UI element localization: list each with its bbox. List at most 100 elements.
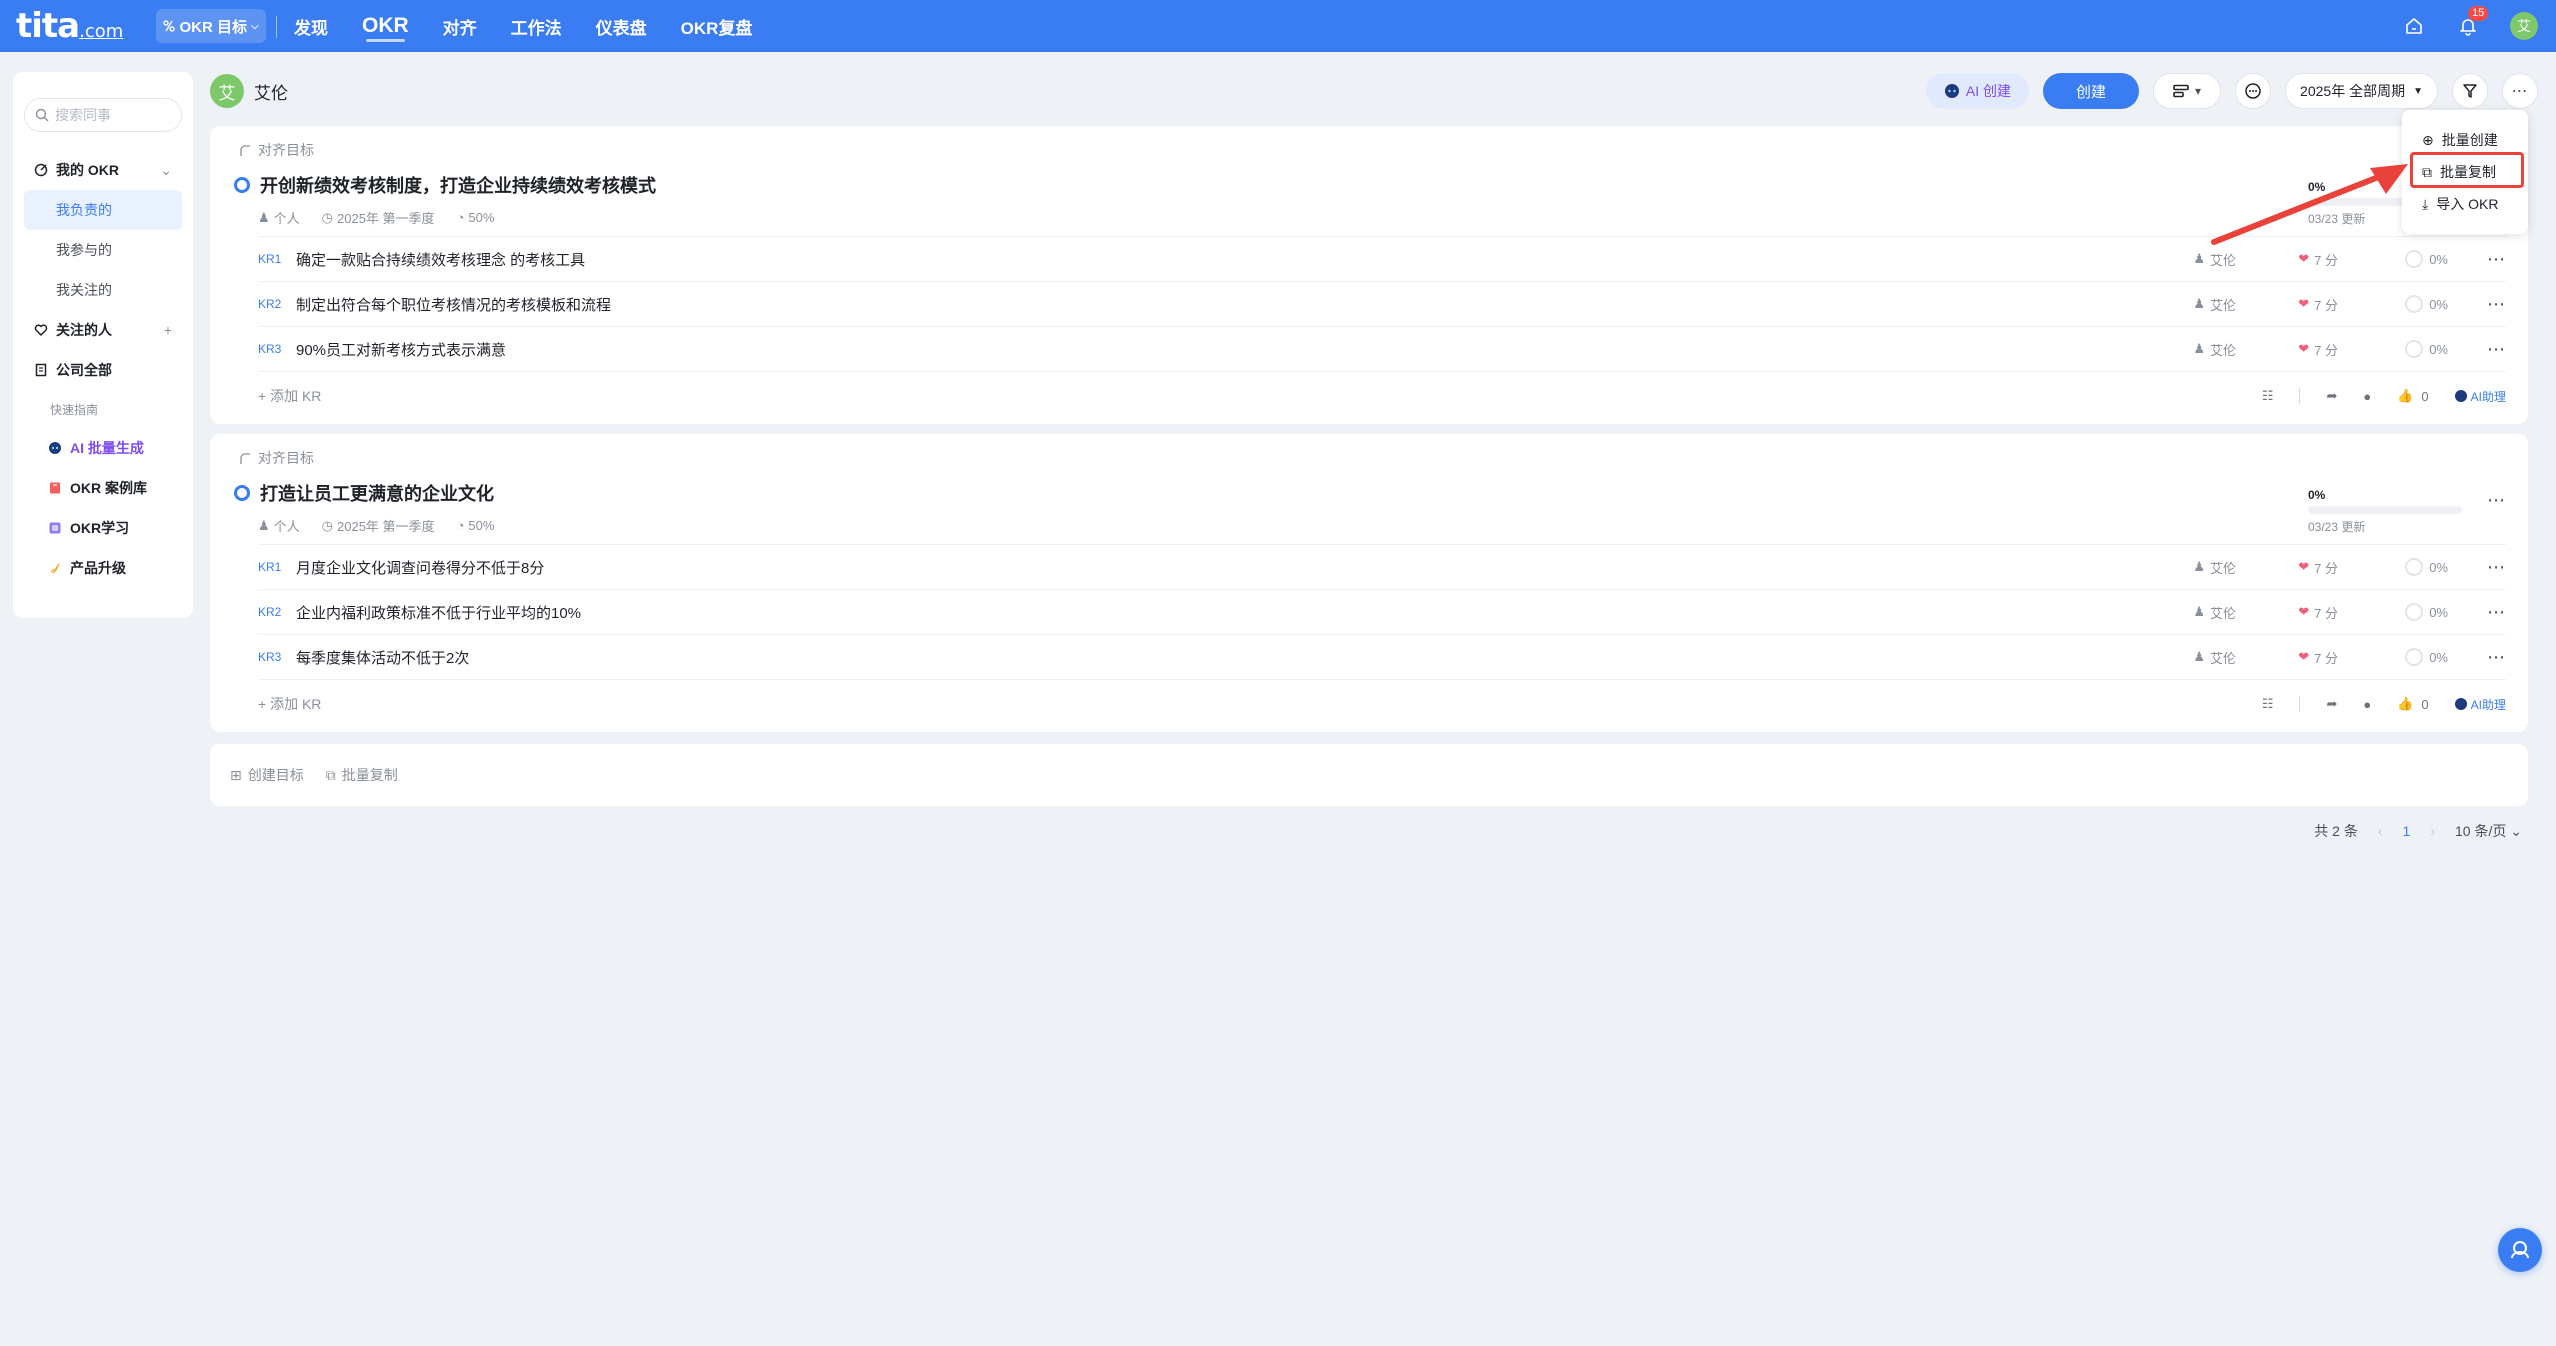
objective-card: 对齐目标 打造让员工更满意的企业文化 ♟ 个人 ◷ 2025年 第一季度 ◔ 50% … (210, 434, 2528, 732)
kr-owner[interactable]: ♟ 艾伦 (2193, 603, 2236, 622)
sidebar-item-my-participating[interactable]: 我参与的 (24, 230, 182, 270)
sidebar-product-upgrade[interactable]: 产品升级 (24, 548, 182, 588)
create-button[interactable]: 创建 (2043, 73, 2140, 109)
home-icon[interactable] (2402, 14, 2426, 38)
like-button[interactable]: 👍 0 (2397, 388, 2428, 404)
like-button[interactable]: 👍 0 (2397, 696, 2428, 712)
kr-confidence[interactable]: ❤ 7 分 (2298, 295, 2338, 314)
objective-progress[interactable]: 0% 03/23 更新 (2308, 488, 2462, 535)
kr-tag: KR1 (258, 252, 282, 266)
kr-more-button[interactable]: ⋯ (2487, 294, 2506, 315)
kr-row[interactable]: KR3 每季度集体活动不低于2次 ♟ 艾伦 ❤ 7 分 0% ⋯ (258, 634, 2506, 679)
user-avatar[interactable]: 艾 (2510, 12, 2538, 40)
sidebar-okr-case-library[interactable]: OKR 案例库 (24, 468, 182, 508)
comment-icon[interactable]: ● (2363, 389, 2371, 404)
notification-bell-icon[interactable]: 15 (2456, 6, 2489, 38)
kr-progress[interactable]: 0% (2405, 648, 2448, 666)
kr-confidence[interactable]: ❤ 7 分 (2298, 250, 2338, 269)
kr-row[interactable]: KR1 月度企业文化调查问卷得分不低于8分 ♟ 艾伦 ❤ 7 分 0% ⋯ (258, 544, 2506, 589)
kr-confidence[interactable]: ❤ 7 分 (2298, 340, 2338, 359)
align-objective-link[interactable]: 对齐目标 (238, 140, 314, 160)
nav-dashboard[interactable]: 仪表盘 (596, 0, 647, 52)
kr-progress[interactable]: 0% (2405, 250, 2448, 268)
objective-more-button[interactable]: ⋯ (2487, 490, 2506, 511)
add-kr-button[interactable]: + 添加 KR (258, 694, 321, 714)
kr-tag: KR3 (258, 650, 282, 664)
kr-progress[interactable]: 0% (2405, 340, 2448, 358)
page-number[interactable]: 1 (2403, 823, 2411, 839)
add-icon[interactable]: + (164, 322, 172, 338)
view-mode-button[interactable]: ▾ (2153, 73, 2222, 109)
customer-service-button[interactable] (2498, 1228, 2542, 1272)
progress-bar (2308, 506, 2462, 514)
filter-button[interactable] (2452, 73, 2488, 109)
ai-create-button[interactable]: AI 创建 (1925, 73, 2030, 109)
sidebar-my-okr[interactable]: 我的 OKR ⌄ (24, 150, 182, 190)
kr-owner[interactable]: ♟ 艾伦 (2193, 558, 2236, 577)
sidebar-item-my-following[interactable]: 我关注的 (24, 270, 182, 310)
kr-progress[interactable]: 0% (2405, 295, 2448, 313)
kr-more-button[interactable]: ⋯ (2487, 339, 2506, 360)
tita-logo[interactable]: tita.com (16, 6, 123, 52)
align-objective-link[interactable]: 对齐目标 (238, 448, 314, 468)
comment-button[interactable] (2235, 73, 2272, 109)
nav-align[interactable]: 对齐 (443, 0, 477, 52)
progress-ring-icon (2405, 648, 2424, 666)
org-tree-icon[interactable]: ☷ (2262, 388, 2274, 404)
add-kr-button[interactable]: + 添加 KR (258, 386, 321, 406)
prev-page-button[interactable]: ‹ (2378, 823, 2383, 839)
thumbs-up-icon: 👍 (2397, 696, 2414, 711)
sidebar-ai-batch-generate[interactable]: AI 批量生成 (24, 428, 182, 468)
sidebar-okr-learning[interactable]: OKR学习 (24, 508, 182, 548)
owner-avatar[interactable]: 艾 (210, 74, 244, 108)
page-size-selector[interactable]: 10 条/页 ⌄ (2455, 821, 2522, 841)
kr-more-button[interactable]: ⋯ (2487, 557, 2506, 578)
kr-more-button[interactable]: ⋯ (2487, 647, 2506, 668)
kr-more-button[interactable]: ⋯ (2487, 602, 2506, 623)
kr-confidence[interactable]: ❤ 7 分 (2298, 558, 2338, 577)
app-switcher[interactable]: OKR 目标 ⌵ (156, 9, 266, 43)
sidebar-following-people[interactable]: 关注的人 + (24, 310, 182, 350)
kr-owner[interactable]: ♟ 艾伦 (2193, 340, 2236, 359)
kr-row[interactable]: KR3 90%员工对新考核方式表示满意 ♟ 艾伦 ❤ 7 分 0% ⋯ (258, 326, 2506, 371)
search-colleague-input[interactable]: 搜索同事 (24, 98, 182, 132)
objective-title[interactable]: 开创新绩效考核制度，打造企业持续绩效考核模式 (234, 172, 656, 198)
next-page-button[interactable]: › (2430, 823, 2435, 839)
kr-row[interactable]: KR1 确定一款贴合持续绩效考核理念 的考核工具 ♟ 艾伦 ❤ 7 分 0% ⋯ (258, 236, 2506, 281)
nav-methods[interactable]: 工作法 (511, 0, 562, 52)
org-tree-icon[interactable]: ☷ (2262, 696, 2274, 712)
import-icon: ⤓ (2422, 195, 2429, 212)
main-nav: 发现 OKR 对齐 工作法 仪表盘 OKR复盘 (294, 0, 752, 52)
create-objective-button[interactable]: ⊞ 创建目标 (230, 765, 304, 785)
objective-type: ♟ 个人 (258, 517, 300, 535)
kr-more-button[interactable]: ⋯ (2487, 249, 2506, 270)
kr-owner[interactable]: ♟ 艾伦 (2193, 648, 2236, 667)
objective-title[interactable]: 打造让员工更满意的企业文化 (234, 480, 494, 506)
kr-owner[interactable]: ♟ 艾伦 (2193, 250, 2236, 269)
kr-progress[interactable]: 0% (2405, 558, 2448, 576)
comment-icon[interactable]: ● (2363, 697, 2371, 712)
sidebar-company-all[interactable]: 公司全部 (24, 350, 182, 390)
share-icon[interactable]: ➦ (2326, 696, 2337, 712)
chevron-down-icon[interactable]: ⌄ (160, 162, 172, 179)
kr-row[interactable]: KR2 制定出符合每个职位考核情况的考核模板和流程 ♟ 艾伦 ❤ 7 分 0% ⋯ (258, 281, 2506, 326)
progress-ring-icon (2405, 250, 2424, 268)
quick-guide-label: 快速指南 (50, 402, 99, 417)
nav-okr[interactable]: OKR (362, 0, 409, 52)
nav-okr-review[interactable]: OKR复盘 (681, 0, 753, 52)
period-selector[interactable]: 2025年 全部周期 ▼ (2285, 73, 2438, 109)
more-button[interactable]: ⋯ (2502, 73, 2538, 109)
menu-item-import-okr[interactable]: ⤓ 导入 OKR (2402, 188, 2528, 220)
nav-discover[interactable]: 发现 (294, 0, 328, 52)
ai-helper-button[interactable]: AI助理 (2454, 388, 2506, 405)
person-icon: ♟ (2193, 296, 2205, 311)
sidebar-item-my-responsible[interactable]: 我负责的 (24, 190, 182, 230)
kr-progress[interactable]: 0% (2405, 603, 2448, 621)
kr-confidence[interactable]: ❤ 7 分 (2298, 603, 2338, 622)
share-icon[interactable]: ➦ (2326, 388, 2337, 404)
batch-copy-button[interactable]: ⧉ 批量复制 (326, 765, 398, 785)
kr-row[interactable]: KR2 企业内福利政策标准不低于行业平均的10% ♟ 艾伦 ❤ 7 分 0% ⋯ (258, 589, 2506, 634)
kr-confidence[interactable]: ❤ 7 分 (2298, 648, 2338, 667)
ai-helper-button[interactable]: AI助理 (2454, 696, 2506, 713)
kr-owner[interactable]: ♟ 艾伦 (2193, 295, 2236, 314)
